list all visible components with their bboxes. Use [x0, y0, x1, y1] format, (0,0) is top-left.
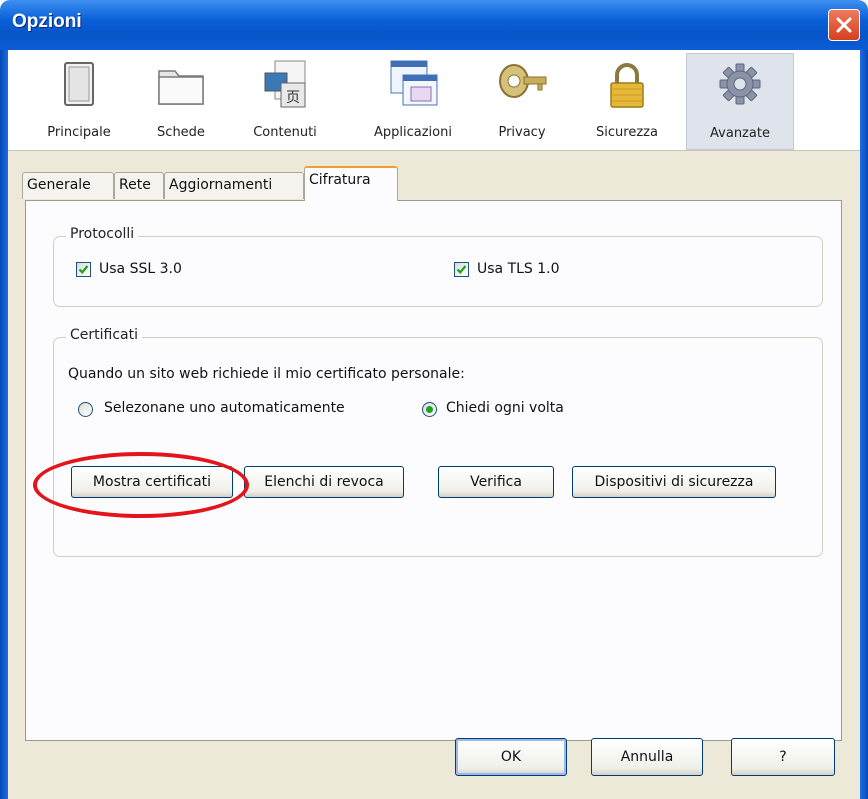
tls-label[interactable]: Usa TLS 1.0 — [477, 261, 560, 277]
certificati-group: Certificati Quando un sito web richiede … — [53, 327, 823, 557]
padlock-icon — [610, 63, 644, 108]
ok-button[interactable]: OK — [455, 738, 567, 776]
radio-ask-label[interactable]: Chiedi ogni volta — [446, 400, 564, 416]
gear-icon — [719, 63, 761, 105]
ssl-label[interactable]: Usa SSL 3.0 — [99, 261, 182, 277]
toolbar-item-schede[interactable]: Schede — [146, 53, 216, 150]
annulla-button[interactable]: Annulla — [591, 738, 703, 776]
toolbar-item-avanzate[interactable]: Avanzate — [686, 53, 794, 150]
toolbar-label: Principale — [47, 125, 111, 140]
radio-selected-dot — [426, 406, 433, 413]
options-window: Opzioni Principale Schede 页 Contenuti Ap… — [0, 0, 868, 799]
dialog-client-area: Principale Schede 页 Contenuti Applicazio… — [8, 50, 860, 799]
radio-ask[interactable] — [422, 402, 437, 417]
protocolli-title: Protocolli — [66, 226, 139, 242]
toolbar-item-privacy[interactable]: Privacy — [486, 53, 558, 150]
certificati-title: Certificati — [66, 327, 142, 343]
preferences-toolbar: Principale Schede 页 Contenuti Applicazio… — [8, 50, 860, 151]
annotation-red-circle — [33, 452, 249, 518]
toolbar-label: Contenuti — [253, 125, 317, 140]
radio-auto[interactable] — [78, 402, 93, 417]
svg-text:页: 页 — [286, 90, 300, 106]
privacy-key-icon — [499, 64, 547, 98]
toolbar-label: Avanzate — [710, 126, 770, 141]
applicazioni-icon — [390, 60, 438, 106]
tab-generale[interactable]: Generale — [22, 172, 114, 199]
certificati-prompt: Quando un sito web richiede il mio certi… — [68, 366, 465, 382]
elenchi-di-revoca-button[interactable]: Elenchi di revoca — [244, 466, 404, 498]
radio-auto-label[interactable]: Selezonane uno automaticamente — [104, 400, 345, 416]
help-button[interactable]: ? — [731, 738, 835, 776]
toolbar-label: Sicurezza — [596, 125, 658, 140]
dispositivi-di-sicurezza-button[interactable]: Dispositivi di sicurezza — [572, 466, 776, 498]
tab-rete[interactable]: Rete — [114, 172, 164, 199]
protocolli-group: Protocolli Usa SSL 3.0 Usa TLS 1.0 — [53, 226, 823, 307]
tab-cifratura[interactable]: Cifratura — [304, 166, 398, 201]
checkmark-icon — [456, 265, 467, 274]
toolbar-label: Schede — [157, 125, 205, 140]
toolbar-label: Applicazioni — [374, 125, 452, 140]
title-bar[interactable]: Opzioni — [0, 0, 868, 50]
close-icon — [836, 17, 852, 33]
toolbar-item-applicazioni[interactable]: Applicazioni — [360, 53, 466, 150]
toolbar-item-principale[interactable]: Principale — [38, 53, 120, 150]
toolbar-label: Privacy — [498, 125, 546, 140]
principale-icon — [64, 62, 94, 106]
toolbar-item-sicurezza[interactable]: Sicurezza — [580, 53, 674, 150]
verifica-button[interactable]: Verifica — [438, 466, 554, 498]
window-frame-left — [0, 50, 8, 799]
contenuti-icon: 页 — [264, 60, 306, 108]
tab-aggiornamenti[interactable]: Aggiornamenti — [164, 172, 304, 199]
schede-icon — [158, 70, 204, 105]
tls-checkbox[interactable] — [454, 262, 469, 277]
checkmark-icon — [78, 265, 89, 274]
window-title: Opzioni — [12, 11, 82, 32]
close-button[interactable] — [828, 9, 860, 41]
window-frame-right — [860, 50, 868, 799]
toolbar-item-contenuti[interactable]: 页 Contenuti — [242, 53, 328, 150]
ssl-checkbox[interactable] — [76, 262, 91, 277]
